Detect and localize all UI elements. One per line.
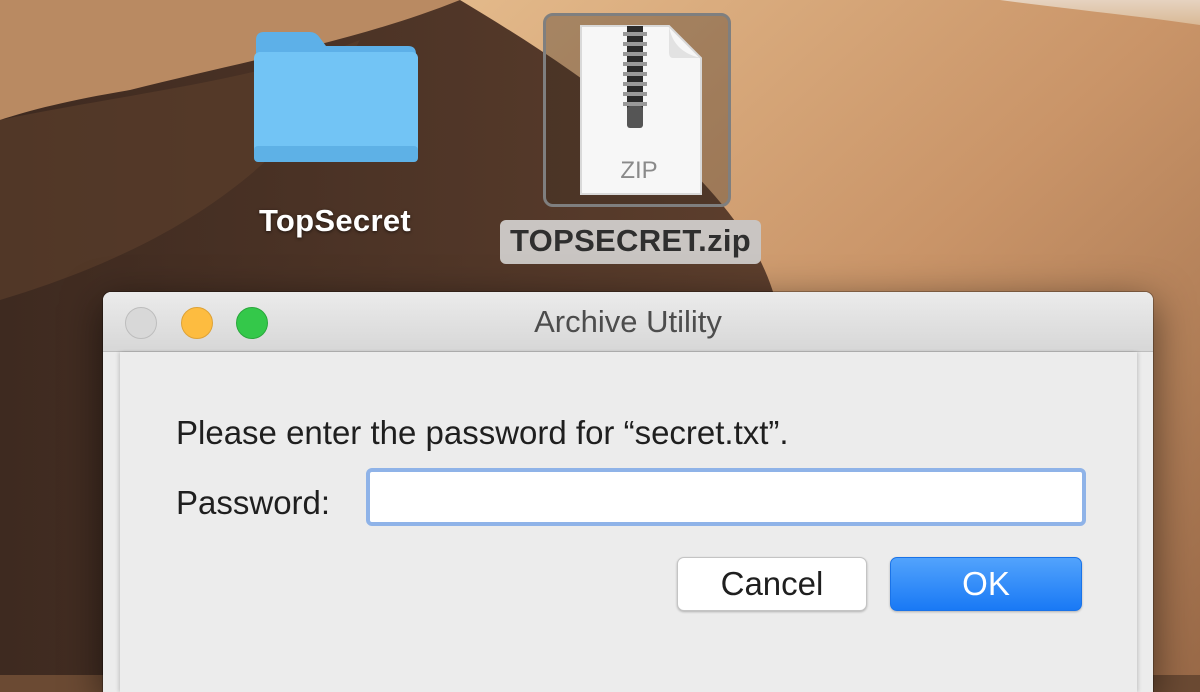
zip-archive-icon: ZIP: [580, 25, 702, 195]
window-title: Archive Utility: [534, 304, 722, 339]
zip-icon-text: ZIP: [620, 157, 657, 184]
folder-desktop-item[interactable]: TopSecret: [230, 20, 440, 270]
password-prompt: Please enter the password for “secret.tx…: [176, 414, 789, 451]
archive-utility-window: Archive Utility Please enter the passwor…: [103, 292, 1153, 692]
zip-desktop-item[interactable]: ZIP TOPSECRET.zip: [495, 8, 785, 268]
zip-label: TOPSECRET.zip: [500, 220, 762, 264]
password-input[interactable]: [366, 468, 1086, 526]
folder-icon: [254, 32, 418, 162]
cancel-button[interactable]: Cancel: [677, 557, 867, 611]
password-sheet: Please enter the password for “secret.tx…: [120, 352, 1137, 692]
window-titlebar[interactable]: Archive Utility: [103, 292, 1153, 352]
folder-label: TopSecret: [259, 203, 411, 238]
password-label: Password:: [176, 484, 331, 521]
ok-button[interactable]: OK: [890, 557, 1082, 611]
